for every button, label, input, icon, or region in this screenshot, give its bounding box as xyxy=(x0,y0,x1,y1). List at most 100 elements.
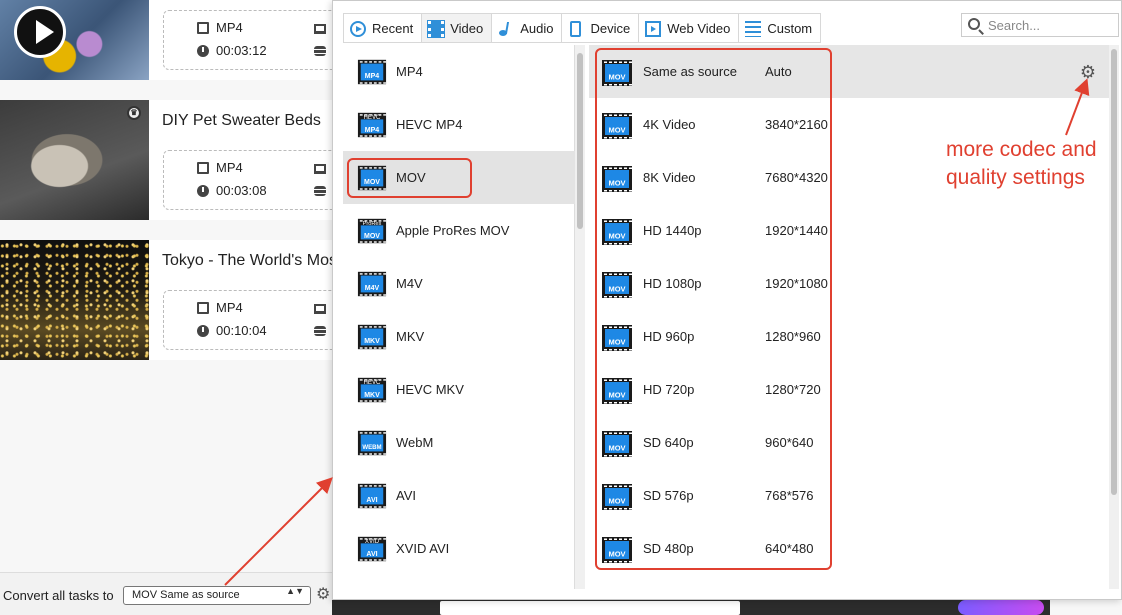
output-path-field[interactable] xyxy=(440,601,740,615)
svg-text:MOV: MOV xyxy=(364,233,380,240)
convert-all-button[interactable] xyxy=(958,600,1044,615)
audio-note-icon xyxy=(498,21,514,37)
svg-text:XVID: XVID xyxy=(365,538,380,545)
svg-text:WEBM: WEBM xyxy=(362,444,381,451)
storage-icon xyxy=(314,186,326,196)
format-name: M4V xyxy=(396,276,423,291)
settings-gear-icon[interactable]: ⚙ xyxy=(1079,63,1097,81)
monitor-icon xyxy=(314,164,326,174)
format-name: HEVC MP4 xyxy=(396,117,463,132)
annotation-highlight-mov xyxy=(347,158,472,198)
format-item-m4v[interactable]: M4V M4V xyxy=(343,257,575,310)
custom-sliders-icon xyxy=(745,21,762,37)
task-duration: 00:10:04 xyxy=(216,323,267,338)
svg-text:AVI: AVI xyxy=(366,551,377,558)
task-duration: 00:03:12 xyxy=(216,43,267,58)
play-icon[interactable] xyxy=(14,6,66,58)
annotation-text: more codec and quality settings xyxy=(946,138,1097,189)
format-list-scrollbar[interactable] xyxy=(575,45,585,589)
video-thumbnail[interactable]: ♛ xyxy=(0,100,149,220)
task-format: MP4 xyxy=(216,160,243,175)
film-icon xyxy=(197,302,209,314)
format-badge-icon: XVID AVI xyxy=(357,534,387,562)
format-item-webm[interactable]: WEBM WebM xyxy=(343,416,575,469)
svg-text:ProRes: ProRes xyxy=(363,221,382,227)
format-badge-icon: AVI xyxy=(357,481,387,509)
format-item-avi[interactable]: AVI AVI xyxy=(343,469,575,522)
tab-audio[interactable]: Audio xyxy=(491,13,562,43)
search-input[interactable] xyxy=(988,17,1116,33)
watermark-badge-icon: ♛ xyxy=(127,106,141,120)
svg-text:M4V: M4V xyxy=(365,285,380,292)
search-box[interactable] xyxy=(961,13,1119,37)
format-item-xvid-avi[interactable]: XVID AVI XVID AVI xyxy=(343,522,575,575)
tab-custom[interactable]: Custom xyxy=(738,13,822,43)
svg-text:MP4: MP4 xyxy=(365,127,380,134)
search-icon[interactable] xyxy=(968,18,980,30)
storage-icon xyxy=(314,326,326,336)
annotation-highlight-quality-list xyxy=(595,48,832,570)
format-name: HEVC MKV xyxy=(396,382,464,397)
svg-text:HEVC: HEVC xyxy=(364,114,381,121)
task-format: MP4 xyxy=(216,20,243,35)
format-item-hevc-mp4[interactable]: HEVC MP4 HEVC MP4 xyxy=(343,98,575,151)
video-thumbnail[interactable] xyxy=(0,0,149,80)
convert-all-section: Convert all tasks to MOV Same as source … xyxy=(0,572,332,615)
output-format-value: MOV Same as source xyxy=(132,589,240,601)
video-thumbnail[interactable] xyxy=(0,240,149,360)
tab-video[interactable]: Video xyxy=(421,13,492,43)
convert-all-label: Convert all tasks to xyxy=(3,588,114,603)
format-name: Apple ProRes MOV xyxy=(396,223,510,238)
format-badge-icon: M4V xyxy=(357,269,387,297)
format-name: WebM xyxy=(396,435,434,450)
format-item-mp4[interactable]: MP4 MP4 xyxy=(343,45,575,98)
quality-list-scrollbar[interactable] xyxy=(1109,45,1119,589)
scrollbar-thumb[interactable] xyxy=(577,53,583,229)
monitor-icon xyxy=(314,24,326,34)
task-format: MP4 xyxy=(216,300,243,315)
video-icon xyxy=(427,20,446,38)
scrollbar-thumb[interactable] xyxy=(1111,49,1117,495)
clock-icon xyxy=(197,45,209,57)
tab-web-video[interactable]: Web Video xyxy=(638,13,739,43)
format-name: MKV xyxy=(396,329,425,344)
task-info-box: MP4 00:03:12 xyxy=(163,10,343,70)
format-badge-icon: WEBM xyxy=(357,428,387,456)
category-tabs: Recent Video Audio Device Web Video Cust… xyxy=(343,13,822,43)
recent-icon xyxy=(350,21,366,37)
tab-label: Recent xyxy=(372,21,414,36)
format-badge-icon: MKV xyxy=(357,322,387,350)
tab-label: Web Video xyxy=(667,21,731,36)
tab-label: Audio xyxy=(520,21,554,36)
task-row[interactable]: ♛ DIY Pet Sweater Beds MP4 00:03:08 xyxy=(0,100,343,220)
film-icon xyxy=(197,22,209,34)
svg-text:MKV: MKV xyxy=(364,392,380,399)
tab-label: Device xyxy=(590,21,631,36)
output-format-select[interactable]: MOV Same as source ▲▼ xyxy=(123,586,311,605)
task-row[interactable]: MP4 00:03:12 xyxy=(0,0,343,80)
format-name: MP4 xyxy=(396,64,423,79)
format-badge-icon: ProRes MOV xyxy=(357,216,387,244)
task-duration: 00:03:08 xyxy=(216,183,267,198)
task-title: Tokyo - The World's Most Populous City xyxy=(162,252,332,269)
web-video-icon xyxy=(645,21,662,37)
film-icon xyxy=(197,162,209,174)
format-badge-icon: HEVC MP4 xyxy=(357,110,387,138)
tab-device[interactable]: Device xyxy=(561,13,639,43)
format-item-hevc-mkv[interactable]: HEVC MKV HEVC MKV xyxy=(343,363,575,416)
tab-recent[interactable]: Recent xyxy=(343,13,422,43)
format-list: MP4 MP4 HEVC MP4 HEVC MP4 MOV MOV ProRes MOV Appl… xyxy=(343,45,575,589)
clock-icon xyxy=(197,325,209,337)
svg-text:HEVC: HEVC xyxy=(364,379,381,386)
device-phone-icon xyxy=(570,21,582,37)
format-badge-icon: HEVC MKV xyxy=(357,375,387,403)
format-item-apple-prores-mov[interactable]: ProRes MOV Apple ProRes MOV xyxy=(343,204,575,257)
format-item-mkv[interactable]: MKV MKV xyxy=(343,310,575,363)
tab-label: Custom xyxy=(767,21,813,36)
gear-icon[interactable]: ⚙ xyxy=(316,587,332,603)
monitor-icon xyxy=(314,304,326,314)
clock-icon xyxy=(197,185,209,197)
svg-text:MKV: MKV xyxy=(364,338,380,345)
task-info-box: MP4 00:10:04 xyxy=(163,290,343,350)
task-row[interactable]: Tokyo - The World's Most Populous City M… xyxy=(0,240,343,360)
